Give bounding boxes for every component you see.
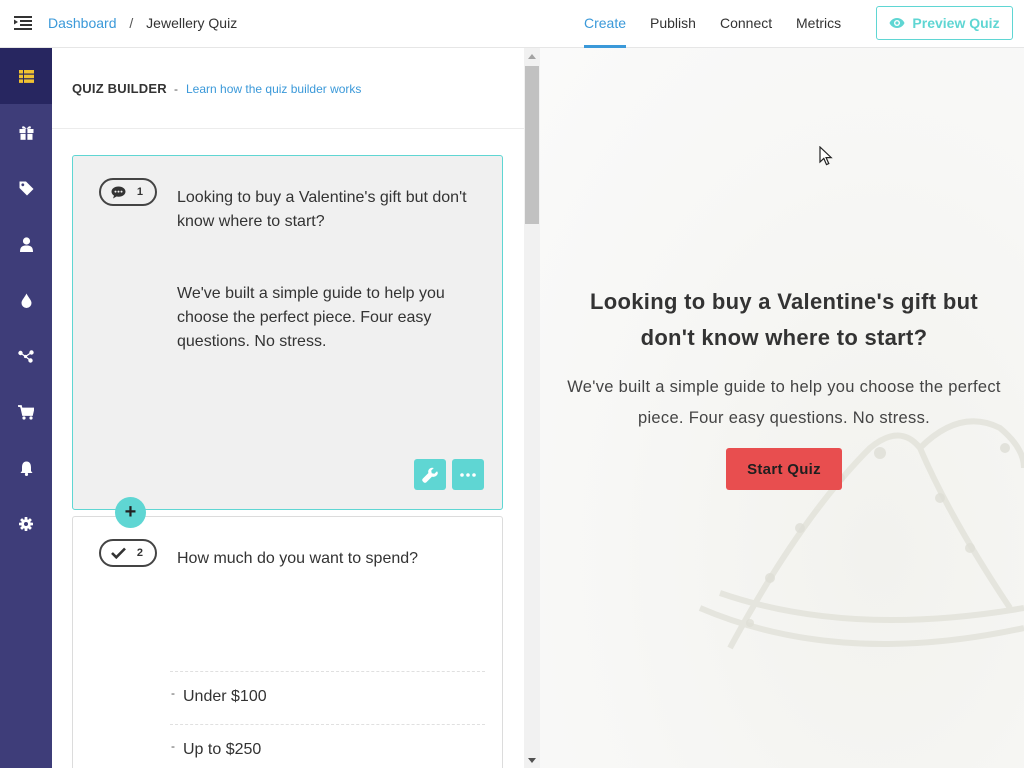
tab-connect[interactable]: Connect <box>720 15 772 31</box>
answer-option[interactable]: - Up to $250 <box>170 724 485 768</box>
top-bar: Dashboard / Jewellery Quiz Create Publis… <box>0 0 1024 48</box>
question-card-2[interactable]: 2 How much do you want to spend? - Under… <box>72 516 503 768</box>
preview-quiz-label: Preview Quiz <box>912 15 1000 31</box>
sidebar-item-logic[interactable] <box>0 328 52 384</box>
tab-publish[interactable]: Publish <box>650 15 696 31</box>
bell-icon <box>20 461 32 476</box>
preview-description: We've built a simple guide to help you c… <box>567 378 1001 427</box>
question-1-more-button[interactable] <box>452 459 484 490</box>
builder-help-link[interactable]: Learn how the quiz builder works <box>186 82 361 96</box>
user-icon <box>19 236 33 252</box>
quiz-preview: Looking to buy a Valentine's gift but do… <box>540 48 1024 768</box>
breadcrumb-dashboard-link[interactable]: Dashboard <box>48 15 117 31</box>
builder-title: QUIZ BUILDER <box>72 81 167 96</box>
answer-option[interactable]: - Under $100 <box>170 671 485 724</box>
sidebar-item-notifications[interactable] <box>0 440 52 496</box>
eye-icon <box>889 18 905 28</box>
sidebar-item-tags[interactable] <box>0 160 52 216</box>
more-icon <box>460 472 476 477</box>
menu-toggle-icon[interactable] <box>14 14 32 32</box>
question-card-1[interactable]: 1 Looking to buy a Valentine's gift but … <box>72 155 503 510</box>
mouse-cursor-icon <box>819 146 833 166</box>
breadcrumb: Dashboard / Jewellery Quiz <box>48 15 237 31</box>
start-quiz-button[interactable]: Start Quiz <box>726 448 842 490</box>
sidebar-item-products[interactable] <box>0 104 52 160</box>
gear-icon <box>19 517 33 531</box>
builder-header: QUIZ BUILDER - Learn how the quiz builde… <box>52 48 524 129</box>
cart-icon <box>18 404 34 420</box>
comment-icon <box>111 186 126 198</box>
drop-icon <box>21 293 31 308</box>
preview-question: Looking to buy a Valentine's gift but do… <box>590 289 978 350</box>
question-1-text[interactable]: Looking to buy a Valentine's gift but do… <box>177 186 487 234</box>
builder-title-separator: - <box>174 82 178 96</box>
question-2-badge[interactable]: 2 <box>99 539 157 567</box>
sidebar-item-questions[interactable] <box>0 48 52 104</box>
preview-quiz-button[interactable]: Preview Quiz <box>876 6 1013 40</box>
builder-scrollbar[interactable] <box>524 48 540 768</box>
answer-label: Up to $250 <box>183 741 262 758</box>
tab-metrics[interactable]: Metrics <box>796 15 841 31</box>
quiz-builder-panel: QUIZ BUILDER - Learn how the quiz builde… <box>52 48 524 768</box>
tab-create[interactable]: Create <box>584 15 626 31</box>
scroll-down-arrow[interactable] <box>528 758 536 763</box>
answer-bullet: - <box>171 686 175 700</box>
question-1-description[interactable]: We've built a simple guide to help you c… <box>177 282 487 354</box>
sidebar-item-settings[interactable] <box>0 496 52 552</box>
question-2-text[interactable]: How much do you want to spend? <box>177 547 487 571</box>
sidebar-item-contacts[interactable] <box>0 216 52 272</box>
answer-bullet: - <box>171 739 175 753</box>
scroll-up-arrow[interactable] <box>528 54 536 59</box>
wrench-icon <box>422 467 438 483</box>
sidebar <box>0 48 52 768</box>
add-question-button[interactable]: + <box>115 497 146 528</box>
question-2-number: 2 <box>136 547 143 559</box>
breadcrumb-current: Jewellery Quiz <box>146 15 238 31</box>
sidebar-item-commerce[interactable] <box>0 384 52 440</box>
question-1-badge[interactable]: 1 <box>99 178 157 206</box>
list-icon <box>18 69 34 83</box>
tag-icon <box>19 181 33 195</box>
answer-label: Under $100 <box>183 688 267 705</box>
question-1-number: 1 <box>136 186 143 198</box>
breadcrumb-separator: / <box>129 15 134 31</box>
gift-icon <box>19 125 33 140</box>
scroll-thumb[interactable] <box>525 66 539 224</box>
question-1-settings-button[interactable] <box>414 459 446 490</box>
check-icon <box>111 547 126 559</box>
flow-icon <box>18 349 34 363</box>
sidebar-item-design[interactable] <box>0 272 52 328</box>
